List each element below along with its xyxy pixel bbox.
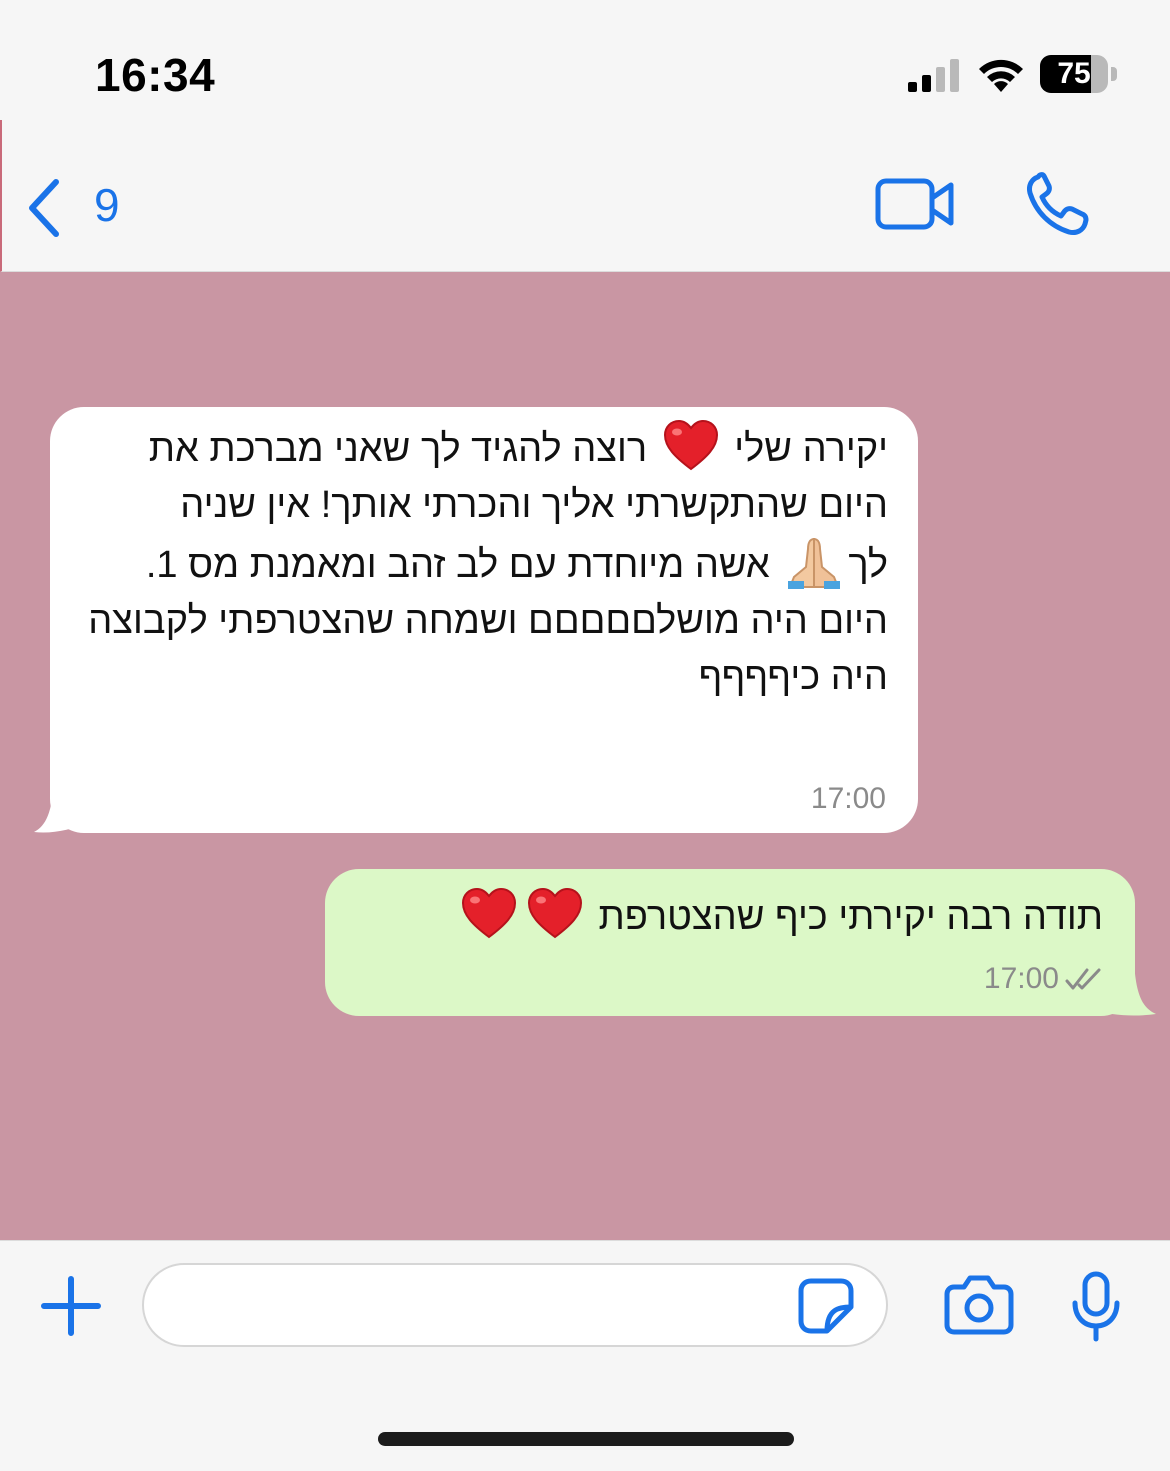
voice-call-button[interactable] [1024, 172, 1094, 238]
message-text-segment: היום שהתקשרתי אליך והכרתי אותך! אין שניה [180, 484, 888, 526]
unread-count: 9 [94, 179, 120, 231]
composer-bar [0, 1240, 1170, 1471]
battery-indicator: 75 [1040, 55, 1118, 93]
camera-button[interactable] [944, 1273, 1014, 1335]
outgoing-message[interactable]: תודה רבה יקירתי כיף שהצטרפת 17:00 [325, 869, 1135, 1016]
attach-button[interactable] [40, 1275, 102, 1337]
status-time: 16:34 [95, 49, 216, 101]
red-heart-emoji [461, 887, 516, 939]
message-meta: 17:00 [984, 962, 1105, 996]
video-call-button[interactable] [875, 176, 955, 232]
message-text-segment: רוצה להגיד לך שאני מברכת את [148, 428, 648, 470]
sticker-button[interactable] [797, 1277, 855, 1335]
outgoing-message-text: תודה רבה יקירתי כיף שהצטרפת [343, 887, 1103, 945]
wifi-icon [979, 59, 1023, 92]
status-bar: 16:34 75 [0, 0, 1170, 120]
double-check-icon [1065, 968, 1101, 990]
message-text-segment: תודה רבה יקירתי כיף שהצטרפת [598, 896, 1103, 938]
chat-header: 9 [0, 120, 1170, 272]
cellular-signal-icon [908, 59, 959, 92]
incoming-message[interactable]: יקירה שלי רוצה להגיד לך שאני מברכת את הי… [50, 407, 918, 833]
chevron-left-icon [29, 179, 59, 237]
red-heart-emoji [663, 419, 718, 471]
back-button[interactable]: 9 [24, 172, 134, 242]
microphone-button[interactable] [1070, 1271, 1122, 1343]
message-text-segment: אשה מיוחדת עם לב זהב ומאמנת מס 1. [145, 544, 770, 586]
battery-level: 75 [1057, 57, 1091, 90]
message-text-segment: יקירה שלי [734, 428, 888, 470]
chat-area: יקירה שלי רוצה להגיד לך שאני מברכת את הי… [0, 272, 1170, 1240]
message-input[interactable] [142, 1263, 888, 1347]
message-text-segment: לך [848, 544, 888, 586]
message-timestamp: 17:00 [810, 782, 886, 815]
folded-hands-emoji [788, 537, 841, 589]
message-text-segment: היום היה מושלםםםםם ושמחה שהצטרפתי לקבוצה… [88, 600, 888, 698]
message-timestamp: 17:00 [983, 962, 1059, 995]
home-indicator [378, 1432, 794, 1446]
red-heart-emoji [527, 887, 582, 939]
incoming-message-text: יקירה שלי רוצה להגיד לך שאני מברכת את הי… [68, 419, 888, 705]
